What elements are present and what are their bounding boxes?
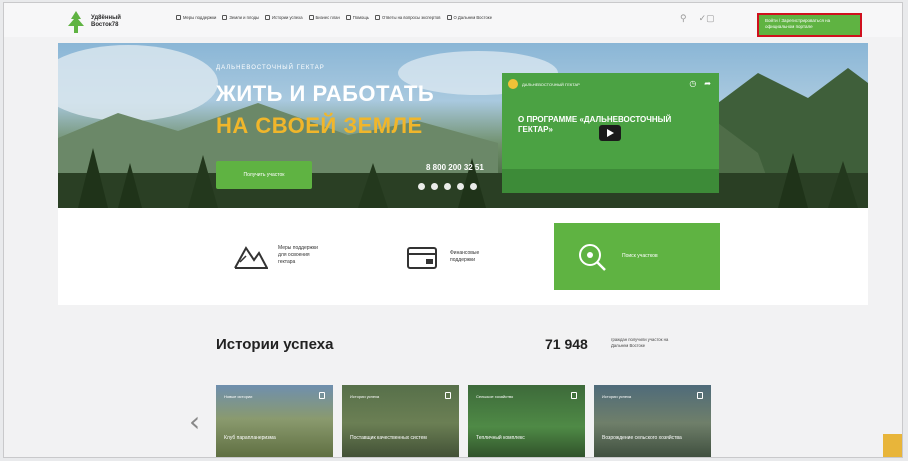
nav-item-land[interactable]: Земли и плоды — [222, 15, 259, 20]
vk-icon[interactable] — [418, 183, 425, 190]
recipients-count: 71 948 — [545, 336, 588, 352]
bookmark-icon[interactable] — [319, 392, 325, 399]
hotline-phone[interactable]: 8 800 200 32 51 — [426, 163, 484, 172]
land-icon — [222, 15, 228, 20]
instagram-icon[interactable] — [457, 183, 464, 190]
facebook-icon[interactable] — [444, 183, 451, 190]
faq-icon — [374, 15, 380, 20]
ok-icon[interactable] — [431, 183, 438, 190]
logo-text: Уд8ённый Восток78 — [91, 15, 121, 28]
feature-find-land[interactable]: Поиск участков — [554, 223, 720, 290]
card-icon — [407, 247, 437, 269]
bookmark-icon[interactable] — [445, 392, 451, 399]
business-icon — [308, 15, 314, 20]
story-caption: Поставщик качественных систем — [350, 435, 427, 441]
clock-icon[interactable]: ◷ — [689, 79, 696, 88]
nav-label: Истории успеха — [272, 15, 303, 20]
get-land-button[interactable]: Получить участок — [216, 161, 312, 189]
video-controls: ◷ ➦ — [689, 79, 711, 88]
site-logo[interactable]: Уд8ённый Восток78 — [66, 11, 125, 33]
feature-label: Финансовые поддержки — [450, 250, 480, 263]
accessibility-icon[interactable]: ⚲ — [680, 13, 687, 24]
story-tag: Истории успеха — [602, 394, 632, 399]
story-caption: Возрождение сельского хозяйства — [602, 435, 682, 441]
story-card[interactable]: Истории успеха Поставщик качественных си… — [342, 385, 459, 457]
nav-label: Помощь — [352, 15, 369, 20]
stories-icon — [265, 15, 271, 20]
nav-label: Земли и плоды — [229, 15, 260, 20]
language-icon[interactable]: ✓▢ — [699, 13, 715, 24]
video-thumbnail-strip — [502, 169, 719, 193]
play-button-icon[interactable] — [599, 125, 621, 141]
hero-title-line2: НА СВОЕЙ ЗЕМЛЕ — [216, 113, 423, 138]
story-tag: Истории успеха — [350, 394, 380, 399]
nav-item-help[interactable]: Помощь — [345, 15, 369, 20]
tree-logo-icon — [68, 11, 84, 33]
features-panel: Меры поддержки для освоения гектара Фина… — [58, 208, 868, 305]
nav-label: Ответы на вопросы экспертов — [381, 15, 441, 20]
feature-label: Поиск участков — [622, 253, 658, 259]
support-icon — [176, 15, 181, 20]
nav-label: Бизнес план — [315, 15, 340, 20]
header-utilities: ⚲ ✓▢ — [680, 13, 715, 24]
map-search-icon — [579, 243, 606, 271]
channel-avatar — [508, 79, 518, 89]
bookmark-icon[interactable] — [571, 392, 577, 399]
nav-item-stories[interactable]: Истории успеха — [265, 15, 303, 20]
stories-heading: Истории успеха — [216, 336, 334, 353]
bookmark-icon[interactable] — [697, 392, 703, 399]
info-icon — [446, 15, 452, 20]
story-card[interactable]: Новые истории Клуб парапланеризма — [216, 385, 333, 457]
hero-title-line1: ЖИТЬ И РАБОТАТЬ — [216, 81, 435, 106]
share-icon[interactable]: ➦ — [704, 79, 711, 88]
carousel-prev-icon[interactable]: ‹ — [189, 405, 200, 438]
feature-support-measures[interactable]: Меры поддержки для освоения гектара — [234, 240, 326, 270]
youtube-icon[interactable] — [470, 183, 477, 190]
recipients-description: граждан получили участок на Дальнем Вост… — [611, 337, 669, 348]
story-tag: Сельское хозяйство — [476, 394, 514, 399]
story-tag: Новые истории — [224, 394, 253, 399]
social-links — [418, 183, 477, 190]
mountains-icon — [234, 246, 268, 269]
page: Уд8ённый Восток78 Меры поддержки Земли и… — [3, 2, 903, 458]
nav-label: О Дальнем Востоке — [453, 15, 493, 20]
video-player[interactable]: ДАЛЬНЕВОСТОЧНЫЙ ГЕКТАР ◷ ➦ О ПРОГРАММЕ «… — [502, 73, 719, 193]
chat-widget-button[interactable] — [883, 434, 902, 457]
story-caption: Клуб парапланеризма — [224, 435, 276, 441]
video-header: ДАЛЬНЕВОСТОЧНЫЙ ГЕКТАР — [508, 79, 580, 89]
story-card[interactable]: Истории успеха Возрождение сельского хоз… — [594, 385, 711, 457]
main-nav: Меры поддержки Земли и плоды Истории усп… — [176, 15, 492, 20]
site-header: Уд8ённый Восток78 Меры поддержки Земли и… — [4, 3, 902, 37]
feature-financial-support[interactable]: Финансовые поддержки — [406, 242, 498, 272]
hero-banner: ДАЛЬНЕВОСТОЧНЫЙ ГЕКТАР ЖИТЬ И РАБОТАТЬ Н… — [58, 43, 868, 208]
hero-subtitle: ДАЛЬНЕВОСТОЧНЫЙ ГЕКТАР — [216, 65, 325, 71]
story-caption: Тепличный комплекс — [476, 435, 525, 441]
help-icon — [345, 15, 351, 20]
feature-label: Меры поддержки для освоения гектара — [278, 244, 318, 265]
video-channel: ДАЛЬНЕВОСТОЧНЫЙ ГЕКТАР — [522, 81, 580, 87]
nav-item-faq[interactable]: Ответы на вопросы экспертов — [374, 15, 441, 20]
nav-label: Меры поддержки — [183, 15, 217, 20]
nav-item-business[interactable]: Бизнес план — [308, 15, 340, 20]
nav-item-support[interactable]: Меры поддержки — [176, 15, 216, 20]
story-card[interactable]: Сельское хозяйство Тепличный комплекс — [468, 385, 585, 457]
login-register-button[interactable]: Войти / Зарегистрироваться на официально… — [757, 13, 862, 37]
nav-item-about[interactable]: О Дальнем Востоке — [446, 15, 493, 20]
